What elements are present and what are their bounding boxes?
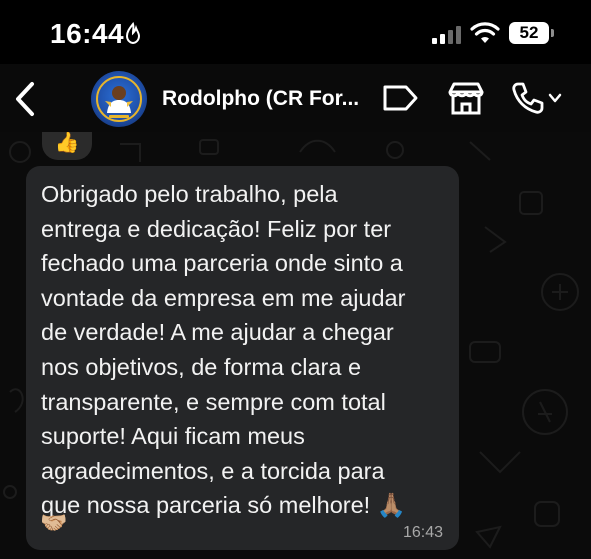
store-icon[interactable] <box>446 80 486 116</box>
battery-tip <box>551 29 554 37</box>
focus-icon <box>125 22 141 44</box>
chat-header: Rodolpho (CR For... <box>0 64 591 132</box>
wifi-icon <box>470 22 500 43</box>
message-text: Obrigado pelo trabalho, pela entrega e d… <box>41 181 406 519</box>
message-reaction[interactable]: 🤝🏼 <box>40 510 67 536</box>
status-time: 16:44 <box>50 18 125 49</box>
phone-icon[interactable] <box>510 80 546 116</box>
label-tag-icon[interactable] <box>380 82 420 114</box>
contact-name[interactable]: Rodolpho (CR For... <box>162 87 359 111</box>
message-bubble[interactable]: Obrigado pelo trabalho, pela entrega e d… <box>26 166 459 550</box>
status-bar: 16:44 52 <box>0 0 591 64</box>
battery-icon: 52 <box>509 22 549 44</box>
chat-area[interactable]: 👍 Obrigado pelo trabalho, pela entrega e… <box>0 132 591 559</box>
avatar[interactable] <box>91 71 147 127</box>
signal-icon <box>432 26 461 44</box>
chevron-down-icon[interactable] <box>548 92 562 104</box>
previous-reaction[interactable]: 👍 <box>42 132 92 160</box>
back-icon[interactable] <box>10 80 42 118</box>
avatar-image <box>96 76 142 122</box>
message-time: 16:43 <box>402 524 443 541</box>
